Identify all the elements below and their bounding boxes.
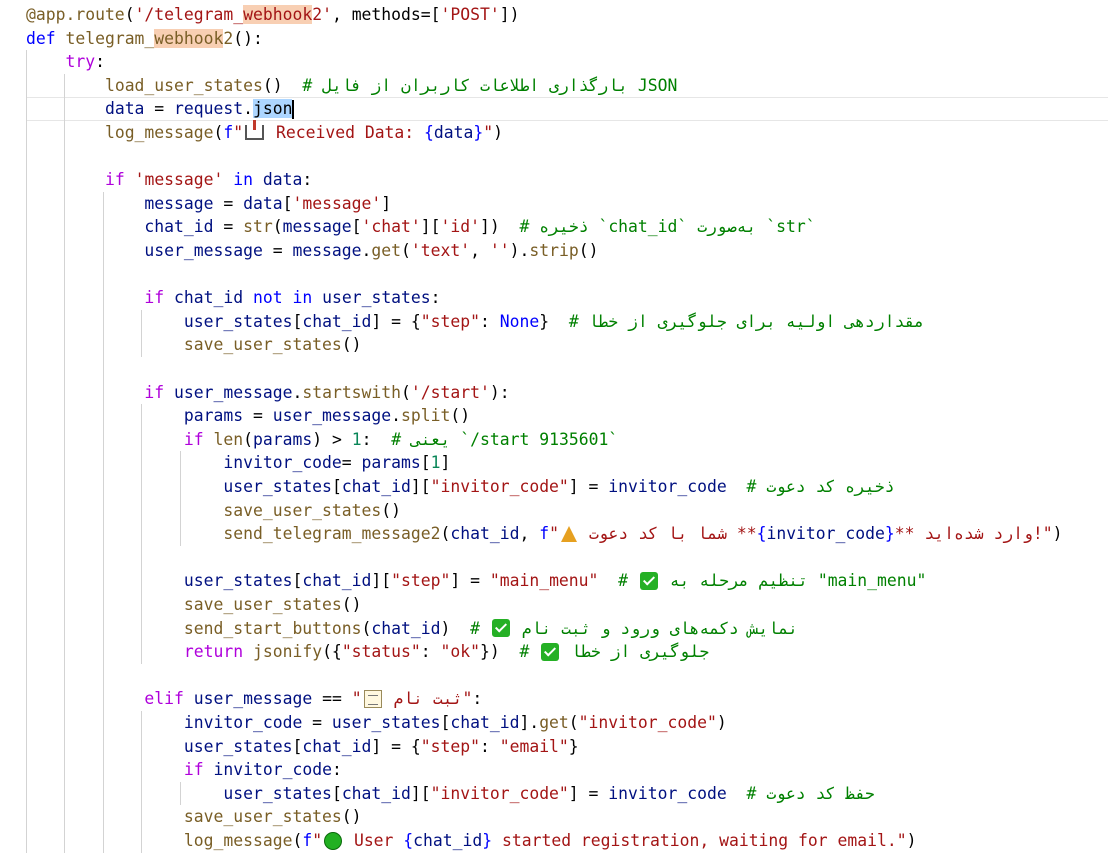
code-line[interactable]: data = request.json [26,97,295,121]
code-line[interactable]: user_states[chat_id]["invitor_code"] = i… [26,782,874,806]
code-line[interactable]: save_user_states() [26,333,362,357]
code-line[interactable]: user_states[chat_id] = {"step": None} # … [26,310,924,334]
code-line[interactable]: if chat_id not in user_states: [26,286,440,310]
code-line[interactable]: send_telegram_message2(chat_id, f" شما ب… [26,522,1062,546]
code-line[interactable]: save_user_states() [26,499,401,523]
code-line[interactable]: if 'message' in data: [26,168,312,192]
code-line[interactable]: def telegram_webhook2(): [26,27,263,51]
code-line[interactable]: load_user_states() # بارگذاری اطلاعات کا… [26,74,677,98]
code-line[interactable]: invitor_code= params[1] [26,451,450,475]
code-line[interactable]: user_states[chat_id] = {"step": "email"} [26,735,579,759]
code-editor[interactable]: @app.route('/telegram_webhook2', methods… [0,0,1108,864]
code-line[interactable]: user_message = message.get('text', '').s… [26,239,598,263]
code-line[interactable]: elif user_message == " ثبت نام": [26,687,482,711]
code-line[interactable]: return jsonify({"status": "ok"}) # جلوگی… [26,640,709,664]
code-line[interactable]: if invitor_code: [26,758,342,782]
selected-word: json [253,99,293,119]
code-line[interactable]: try: [26,50,104,74]
code-line[interactable]: message = data['message'] [26,192,391,216]
code-line[interactable]: @app.route('/telegram_webhook2', methods… [26,3,519,27]
green-circle-emoji-icon [324,831,343,850]
text-cursor [292,100,295,120]
code-line[interactable]: chat_id = str(message['chat']['id']) # ذ… [26,215,815,239]
code-line[interactable]: if user_message.startswith('/start'): [26,381,509,405]
search-match: webhook [154,28,224,48]
memo-emoji-icon [363,689,382,708]
code-line[interactable]: log_message(f" Received Data: {data}") [26,120,503,145]
code-line[interactable]: if len(params) > 1: # یعنی `/start 91356… [26,428,618,452]
code-line[interactable]: user_states[chat_id]["invitor_code"] = i… [26,475,894,499]
search-match: webhook [243,5,313,24]
check-emoji-icon [491,619,510,638]
code-line[interactable]: save_user_states() [26,805,362,829]
code-line[interactable]: save_user_states() [26,593,362,617]
code-line[interactable]: log_message(f" User {chat_id} started re… [26,829,917,853]
party-popper-emoji-icon [560,525,577,542]
code-line[interactable]: send_start_buttons(chat_id) # نمایش دکمه… [26,617,798,641]
inbox-tray-emoji-icon [245,120,265,140]
code-line[interactable]: invitor_code = user_states[chat_id].get(… [26,711,727,735]
check-emoji-icon [639,571,658,590]
code-line[interactable]: user_states[chat_id]["step"] = "main_men… [26,569,926,593]
code-line[interactable]: params = user_message.split() [26,404,470,428]
check-emoji-icon [541,642,560,661]
